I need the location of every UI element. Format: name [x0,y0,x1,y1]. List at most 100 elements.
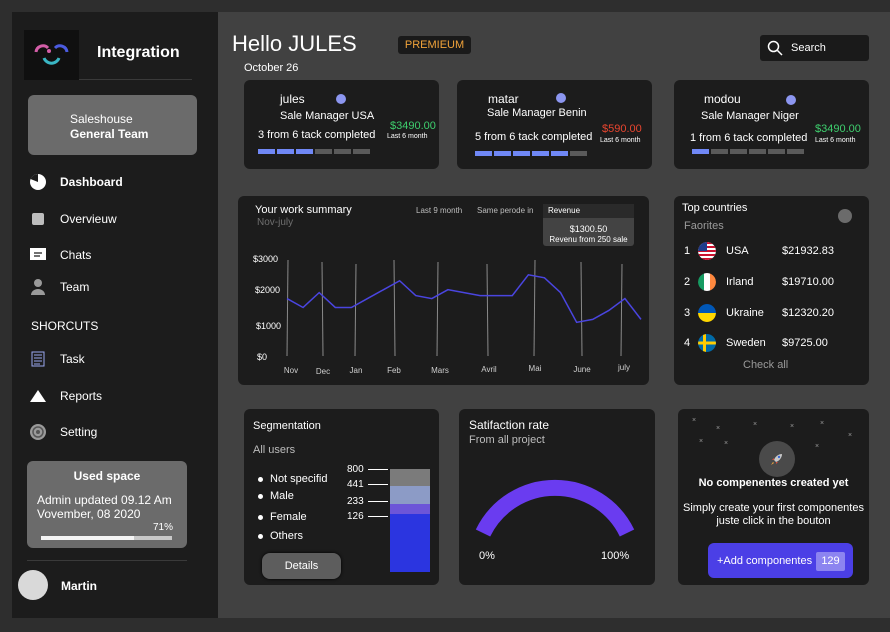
add-components-button[interactable]: +Add componentes 129 [708,543,853,578]
shortcut-item-reports[interactable]: Reports [28,384,102,408]
storage-progress-fill [41,536,134,540]
progress-segment [513,151,530,156]
legend-label: Male [270,490,294,502]
status-dot [556,93,566,103]
storage-progress [41,536,172,540]
segment-value-label: 233 [347,496,364,507]
rocket-icon [759,441,795,477]
segment-bar-male [390,486,430,504]
avatar[interactable] [18,570,48,600]
app-name: Integration [97,44,180,61]
progress-segment [296,149,313,154]
manager-amount: $3490.00 [390,120,436,132]
legend-bullet [258,493,263,499]
decor-star: × [699,438,704,445]
x-tick-label: June [573,365,591,374]
progress-segment [692,149,709,154]
nav-item-chats[interactable]: Chats [28,243,91,267]
search-button[interactable]: Search [760,35,869,61]
options-toggle[interactable] [838,209,852,223]
segmentation-filter[interactable]: All users [253,444,295,456]
legend-label: Not specifid [270,473,328,485]
grid-line [286,259,289,357]
storage-title: Used space [73,469,141,483]
segment-value: 441 [347,479,388,490]
grid-line [533,259,536,357]
ireland-flag-icon [698,273,716,291]
nav-label: Chats [60,248,92,262]
details-button[interactable]: Details [262,553,341,579]
top-countries-title: Top countries [682,202,748,214]
search-label: Search [791,42,826,54]
country-row[interactable]: 4 Sweden $9725.00 [684,334,828,352]
pie-chart-icon [28,172,48,192]
legend-bullet [258,514,263,520]
nav-item-dashboard[interactable]: Dashboard [28,170,123,194]
check-all-link[interactable]: Check all [743,359,788,371]
line-chart [286,259,642,357]
progress-segment [258,149,275,154]
nav-label: Setting [60,425,98,439]
progress-segments [692,149,804,154]
nav-label: Dashboard [60,175,123,189]
country-name: Sweden [726,337,766,349]
shortcut-item-task[interactable]: Task [28,347,85,371]
progress-segment [494,151,511,156]
square-icon [28,209,48,229]
nav-item-overview[interactable]: Overvieuw [28,207,117,231]
person-icon [28,277,48,297]
shortcuts-heading: SHORCUTS [31,319,99,333]
divider [79,79,192,80]
manager-role: Sale Manager Benin [487,107,587,119]
manager-role: Sale Manager Niger [701,110,799,122]
grid-line [580,261,583,357]
plan-badge[interactable]: PREMIEUM [398,36,471,54]
decor-star: × [848,432,853,439]
team-name: Saleshouse [70,112,133,126]
progress-segment [475,151,492,156]
segmentation-title: Segmentation [253,420,321,432]
segment-bar-not-specified [390,469,430,486]
progress-segment [334,149,351,154]
country-rank: 4 [684,337,691,349]
search-icon [767,40,783,56]
top-countries-subtitle: Faorites [684,220,724,232]
progress-segment [551,151,568,156]
manager-name: matar [488,92,519,106]
manager-amount: $3490.00 [815,123,861,135]
x-tick-label: Mars [431,366,449,375]
progress-segments [475,151,587,156]
manager-card[interactable]: matar Sale Manager Benin 5 from 6 tack c… [457,80,652,169]
shortcut-item-setting[interactable]: Setting [28,420,97,444]
user-name: Martin [61,579,97,593]
manager-card[interactable]: jules Sale Manager USA 3 from 6 tack com… [244,80,439,169]
empty-state-line1: Simply create your first componentes [683,502,864,514]
legend-bullet [258,476,263,482]
country-value: $21932.83 [782,245,834,257]
progress-segments [258,149,370,154]
gauge-min-label: 0% [479,550,495,562]
nav-label: Task [60,352,85,366]
leader-line [367,516,388,517]
country-name: Ukraine [726,307,764,319]
manager-card[interactable]: modou Sale Manager Niger 1 from 6 tack c… [674,80,869,169]
progress-segment [277,149,294,154]
country-row[interactable]: 1 USA $21932.83 [684,242,834,260]
country-name: USA [726,245,749,257]
progress-segment [768,149,785,154]
segment-bar-others [390,514,430,572]
segment-value-label: 126 [347,511,364,522]
country-row[interactable]: 3 Ukraine $12320.20 [684,304,834,322]
country-row[interactable]: 2 Irland $19710.00 [684,273,834,291]
segment-value: 233 [347,496,388,507]
legend-bullet [258,533,263,539]
components-count: 129 [816,552,845,571]
empty-state-title: No compenentes created yet [698,477,849,489]
ukraine-flag-icon [698,304,716,322]
nav-item-team[interactable]: Team [28,275,89,299]
team-switcher[interactable]: Saleshouse General Team [28,95,197,155]
grid-line [620,263,623,357]
decor-star: × [820,420,825,427]
gear-icon [28,422,48,442]
grid-line [321,261,324,357]
